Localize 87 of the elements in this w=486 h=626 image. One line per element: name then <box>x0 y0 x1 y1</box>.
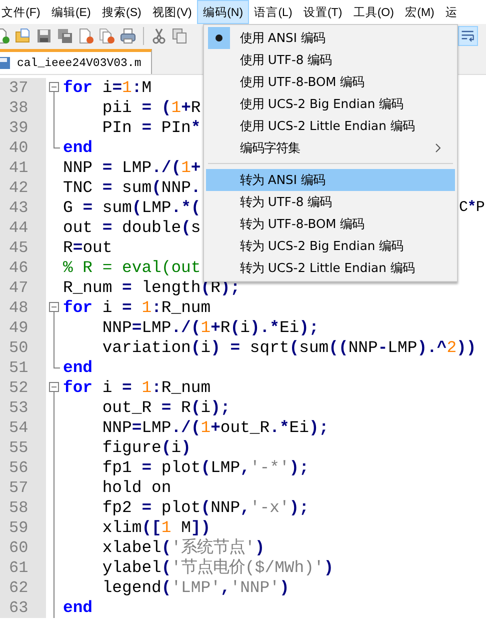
code-line: G = sum(LMP.*( <box>63 198 201 218</box>
code-line: out = double(s <box>63 218 201 238</box>
menu-item[interactable]: 使用 UCS-2 Little Endian 编码 <box>206 115 455 137</box>
line-number: 45 <box>0 238 46 258</box>
line-number: 47 <box>0 278 46 298</box>
menu-item[interactable]: 编码(N) <box>197 0 249 24</box>
code-line: legend('LMP','NNP') <box>101 578 290 598</box>
line-number: 38 <box>0 98 46 118</box>
menu-item[interactable]: 文件(F) <box>0 0 46 24</box>
line-number: 41 <box>0 158 46 178</box>
line-number: 43 <box>0 198 46 218</box>
code-line: NNP=LMP./(1+out_R.*Ei); <box>101 418 329 438</box>
save-all-icon[interactable] <box>57 28 73 44</box>
fold-end-line <box>53 358 60 369</box>
chevron-right-icon <box>435 143 441 153</box>
code-line: % R = eval(out <box>63 258 201 278</box>
line-number: 58 <box>0 498 46 518</box>
cut-icon[interactable] <box>151 28 167 44</box>
code-line: fp1 = plot(LMP,'-*'); <box>101 458 309 478</box>
file-tab[interactable]: cal_ieee24V03V03.m <box>0 49 152 74</box>
menu-item[interactable]: 视图(V) <box>146 0 198 24</box>
code-line: for i = 1:R_num <box>63 378 211 398</box>
code-line: for i=1:M <box>63 78 152 98</box>
menu-item[interactable]: 工具(O) <box>348 0 400 24</box>
line-number: 51 <box>0 358 46 378</box>
line-number: 49 <box>0 318 46 338</box>
menu-item[interactable]: 转为 UCS-2 Big Endian 编码 <box>206 235 455 257</box>
line-number: 52 <box>0 378 46 398</box>
line-number: 54 <box>0 418 46 438</box>
code-line: variation(i) = sqrt(sum((NNP-LMP).^2)) <box>101 338 476 358</box>
print-icon[interactable] <box>120 28 136 44</box>
menu-item[interactable]: 转为 UCS-2 Little Endian 编码 <box>206 257 455 279</box>
menu-item[interactable]: 编码字符集 <box>206 137 455 159</box>
menu-item[interactable]: 转为 UTF-8-BOM 编码 <box>206 213 455 235</box>
line-number: 62 <box>0 578 46 598</box>
save-icon[interactable] <box>36 28 52 44</box>
line-number: 37 <box>0 78 46 98</box>
menu-item[interactable]: 使用 UTF-8-BOM 编码 <box>206 71 455 93</box>
line-number: 39 <box>0 118 46 138</box>
line-number: 61 <box>0 558 46 578</box>
open-folder-icon[interactable] <box>15 28 31 44</box>
code-line: TNC = sum(NNP. <box>63 178 201 198</box>
line-number: 40 <box>0 138 46 158</box>
code-line: figure(i) <box>101 438 191 458</box>
code-line: R=out <box>63 238 112 258</box>
line-number: 57 <box>0 478 46 498</box>
code-line: end <box>63 598 93 618</box>
menu-item[interactable]: 搜索(S) <box>96 0 147 24</box>
code-fragment: C*P <box>459 198 484 218</box>
line-number: 55 <box>0 438 46 458</box>
code-line: end <box>63 138 93 158</box>
line-number: 63 <box>0 598 46 618</box>
code-line: end <box>63 358 93 378</box>
menu-item[interactable]: 转为 ANSI 编码 <box>206 169 455 191</box>
code-line: hold on <box>101 478 172 498</box>
menu-item[interactable]: 编辑(E) <box>46 0 96 24</box>
close-all-icon[interactable] <box>99 28 115 44</box>
line-number: 60 <box>0 538 46 558</box>
code-line: PIn = PIn* <box>101 118 201 138</box>
code-line: out_R = R(i); <box>101 398 230 418</box>
line-number: 50 <box>0 338 46 358</box>
menu-item[interactable]: 使用 UTF-8 编码 <box>206 49 455 71</box>
code-line: NNP=LMP./(1+R(i).*Ei); <box>101 318 319 338</box>
line-number: 46 <box>0 258 46 278</box>
word-wrap-icon[interactable] <box>458 26 478 46</box>
menu-item[interactable]: 转为 UTF-8 编码 <box>206 191 455 213</box>
line-number: 42 <box>0 178 46 198</box>
code-line: ylabel('节点电价($/MWh)') <box>101 558 334 578</box>
fold-end-line <box>53 138 60 149</box>
line-number: 44 <box>0 218 46 238</box>
line-number: 56 <box>0 458 46 478</box>
code-line: for i = 1:R_num <box>63 298 211 318</box>
close-file-icon[interactable] <box>78 28 94 44</box>
line-number: 48 <box>0 298 46 318</box>
code-line: xlim([1 M]) <box>101 518 211 538</box>
menu-item[interactable]: 宏(M) <box>400 0 440 24</box>
code-line: xlabel('系统节点') <box>101 538 265 558</box>
code-line: fp2 = plot(NNP,'-x'); <box>101 498 309 518</box>
copy-icon[interactable] <box>172 28 188 44</box>
menu-item[interactable]: 语言(L) <box>248 0 298 24</box>
line-number: 53 <box>0 398 46 418</box>
code-line: pii = (1+R <box>101 98 201 118</box>
menu-item[interactable]: 使用 UCS-2 Big Endian 编码 <box>206 93 455 115</box>
menu-item[interactable]: 设置(T) <box>298 0 348 24</box>
menu-item[interactable]: 运 <box>440 0 464 24</box>
line-number: 59 <box>0 518 46 538</box>
code-line: NNP = LMP./(1+ <box>63 158 201 178</box>
